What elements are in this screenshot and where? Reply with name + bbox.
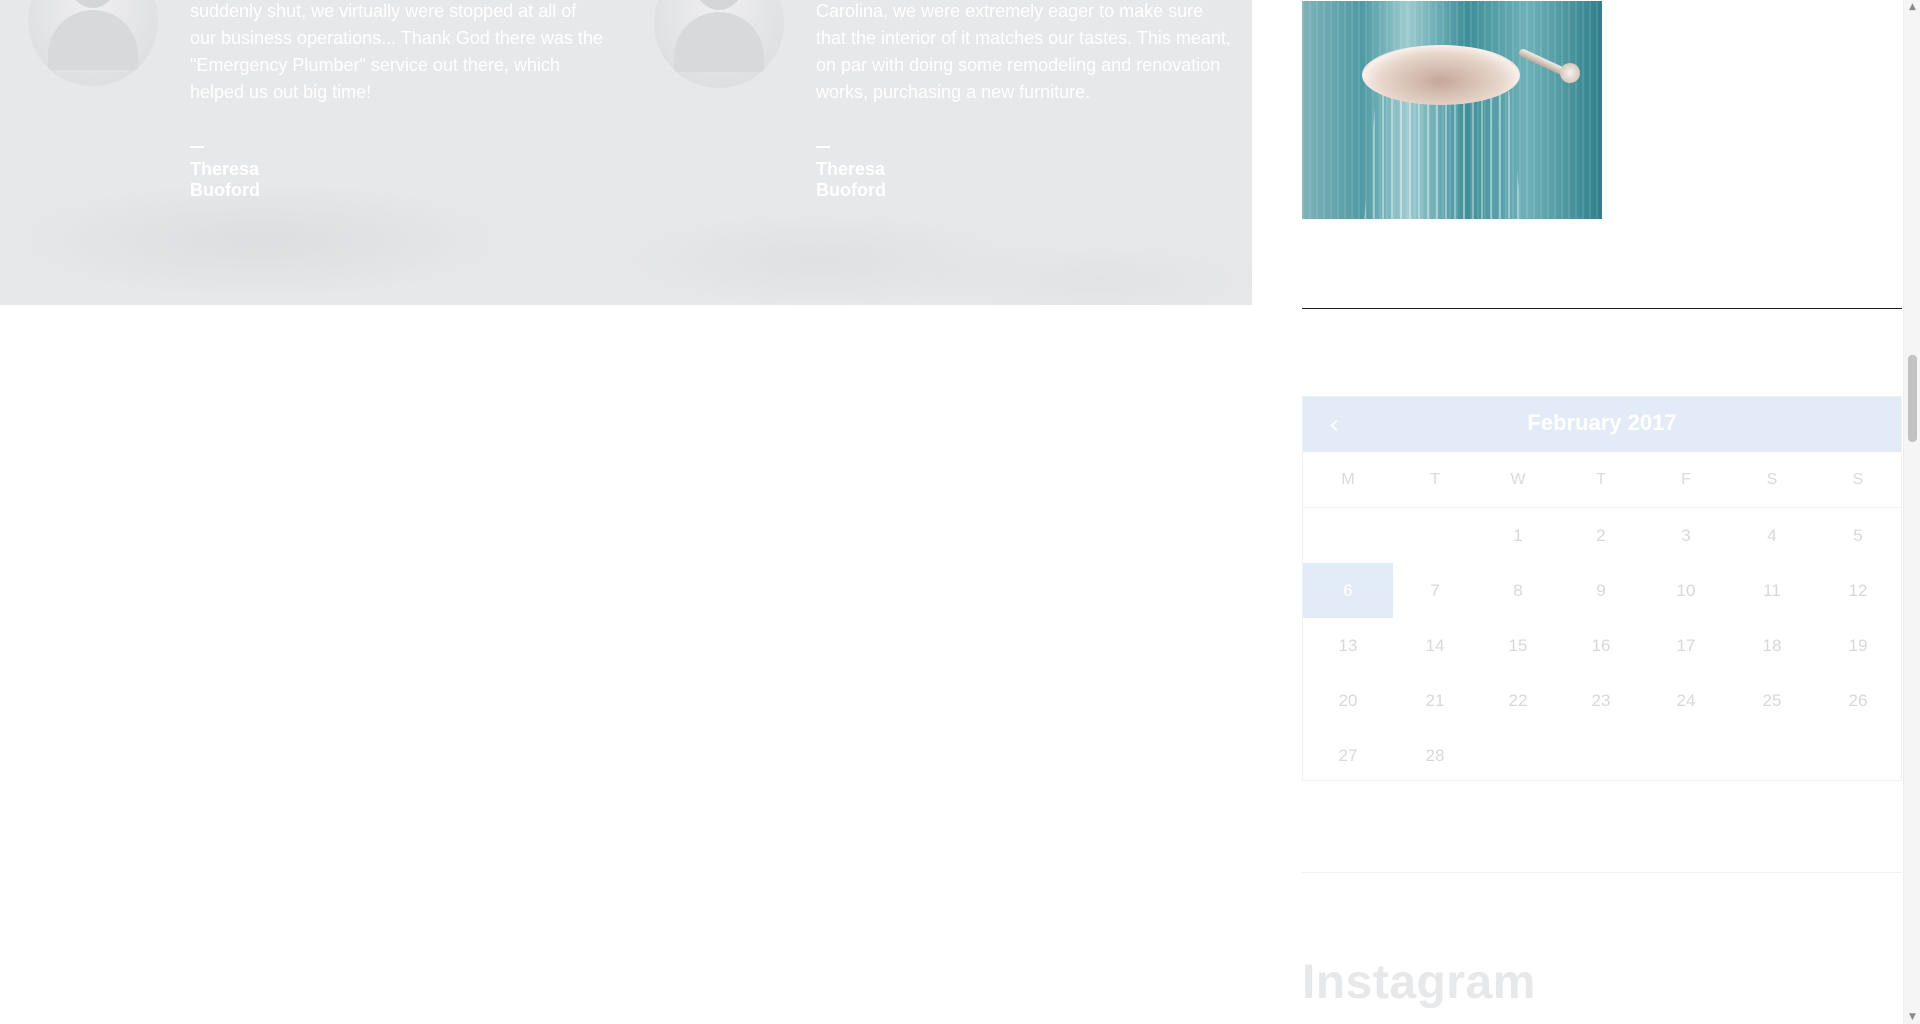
calendar-day[interactable]: 17 [1643,618,1729,673]
calendar-day[interactable]: 14 [1393,618,1477,673]
testimonial-author-name: Theresa Buoford [816,159,886,200]
author-dash [190,146,204,149]
calendar-day[interactable]: 4 [1729,508,1815,563]
testimonial-author: Theresa Buoford [816,138,886,201]
calendar-day[interactable]: 20 [1303,673,1393,728]
calendar-day[interactable]: 25 [1729,673,1815,728]
sidebar-divider [1302,308,1902,309]
calendar-weekday: T [1596,471,1606,488]
calendar-day[interactable]: 19 [1815,618,1901,673]
scroll-up-arrow-icon[interactable]: ▲ [1904,0,1920,14]
author-dash [816,146,830,149]
sidebar: ‹ February 2017 MTWTFSS 1 2 3 4 5 6 7 8 9 10 11 12 1… [1302,0,1902,1024]
calendar-day[interactable]: 26 [1815,673,1901,728]
calendar-day[interactable]: 21 [1393,673,1477,728]
shower-head-image[interactable] [1302,1,1602,219]
calendar-weekday: T [1430,471,1440,488]
testimonial-author: Theresa Buoford [190,138,260,201]
calendar-day[interactable]: 22 [1477,673,1559,728]
calendar-day[interactable]: 2 [1559,508,1643,563]
calendar-day[interactable]: 7 [1393,563,1477,618]
calendar-day[interactable]: 9 [1559,563,1643,618]
calendar-day[interactable]: 28 [1393,728,1477,783]
calendar-weekday: S [1766,471,1778,488]
calendar-day[interactable]: 5 [1815,508,1901,563]
calendar-day[interactable]: 13 [1303,618,1393,673]
calendar-weekday: S [1852,471,1864,488]
page-scrollbar[interactable]: ▲ ▼ [1903,0,1920,1024]
testimonial-quote: Carolina, we were extremely eager to mak… [816,1,1231,102]
calendar-day[interactable]: 15 [1477,618,1559,673]
calendar-day[interactable]: 12 [1815,563,1901,618]
calendar-month-title: February 2017 [1527,410,1677,435]
testimonial-quote: suddenly shut, we virtually were stopped… [190,1,603,102]
calendar-day[interactable]: 1 [1477,508,1559,563]
calendar-day[interactable]: 6 [1303,563,1393,618]
sidebar-divider [1302,872,1902,873]
calendar-day[interactable]: 23 [1559,673,1643,728]
calendar-day[interactable]: 18 [1729,618,1815,673]
testimonial-author-name: Theresa Buoford [190,159,260,200]
testimonials-section: suddenly shut, we virtually were stopped… [0,0,1252,305]
calendar-weekday: F [1681,471,1691,488]
calendar-day[interactable]: 3 [1643,508,1729,563]
scroll-down-arrow-icon[interactable]: ▼ [1904,1010,1920,1024]
calendar-day[interactable]: 27 [1303,728,1393,783]
calendar-day[interactable]: 16 [1559,618,1643,673]
calendar-weekday: W [1510,471,1526,488]
calendar-day[interactable]: 10 [1643,563,1729,618]
testimonial-avatar [654,0,784,88]
calendar-day[interactable]: 24 [1643,673,1729,728]
instagram-heading: Instagram [1302,956,1536,1009]
calendar-day[interactable]: 8 [1477,563,1559,618]
calendar-weekdays: MTWTFSS [1303,452,1901,508]
calendar-day[interactable]: 11 [1729,563,1815,618]
calendar-header: ‹ February 2017 [1303,397,1901,452]
scrollbar-thumb[interactable] [1908,355,1917,442]
testimonial-avatar [28,0,158,86]
calendar-widget: ‹ February 2017 MTWTFSS 1 2 3 4 5 6 7 8 9 10 11 12 1… [1302,396,1902,781]
calendar-weekday: M [1341,471,1355,488]
